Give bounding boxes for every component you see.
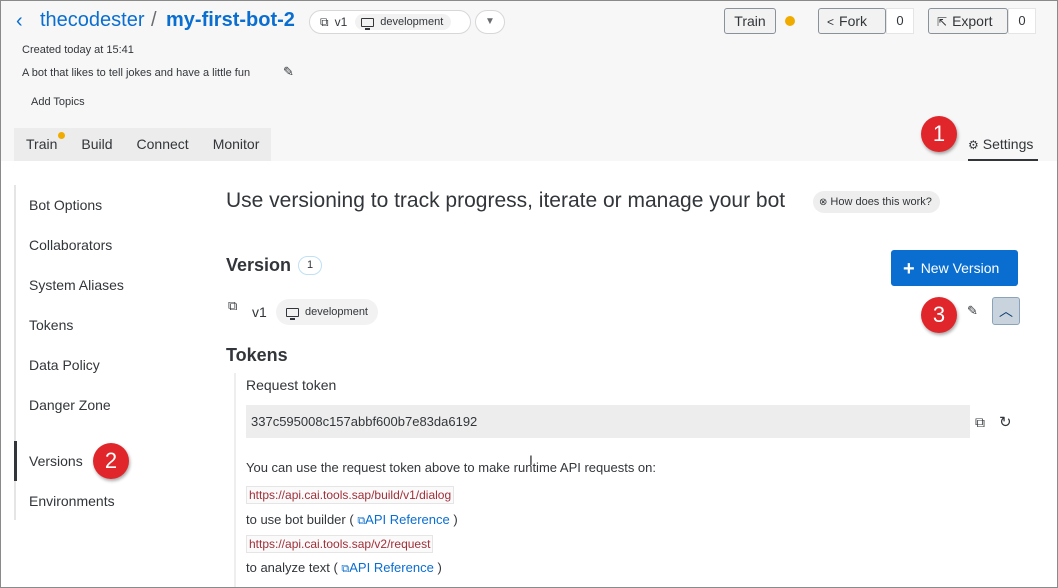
text-cursor-icon: I	[529, 452, 533, 468]
request-endpoint-url: https://api.cai.tools.sap/v2/request	[246, 535, 434, 553]
tab-connect[interactable]: Connect	[125, 128, 201, 161]
tab-monitor[interactable]: Monitor	[201, 128, 272, 161]
dialog-endpoint-url: https://api.cai.tools.sap/build/v1/dialo…	[246, 486, 455, 504]
export-button[interactable]: ⇱ Export	[928, 8, 1008, 34]
version-selector[interactable]: ⧉ v1 development	[309, 10, 471, 34]
analyze-usage-text: to analyze text ( ⧉API Reference )	[246, 560, 442, 576]
back-icon[interactable]: ‹	[16, 10, 23, 33]
how-it-works-button[interactable]: ⊗ How does this work?	[813, 191, 940, 213]
external-link-icon: ⧉	[357, 515, 366, 527]
tokens-section-title: Tokens	[226, 345, 288, 365]
header: ‹ thecodester / my-first-bot-2 ⧉ v1 deve…	[0, 0, 1058, 161]
request-token-label: Request token	[246, 377, 337, 393]
tab-build[interactable]: Build	[69, 128, 124, 161]
tokens-block-divider	[234, 373, 236, 588]
tab-label: Build	[81, 136, 113, 152]
sidebar-item-bot-options[interactable]: Bot Options	[29, 197, 102, 213]
environment-chip: development	[355, 14, 452, 30]
environment-label: development	[380, 16, 444, 28]
version-row-environment-chip: development	[276, 299, 378, 325]
bot-builder-usage-text: to use bot builder ( ⧉API Reference )	[246, 512, 458, 528]
created-timestamp: Created today at 15:41	[22, 44, 134, 56]
refresh-token-icon[interactable]: ↻	[999, 413, 1012, 431]
collapse-version-button[interactable]: ︿	[992, 297, 1020, 325]
info-icon: ⊗	[819, 197, 828, 208]
gear-icon: ⚙	[968, 138, 979, 152]
version-selector-label: v1	[334, 15, 348, 29]
plus-icon: +	[903, 258, 915, 280]
new-version-button[interactable]: + New Version	[891, 250, 1018, 286]
tab-label: Connect	[136, 136, 189, 152]
new-version-label: New Version	[920, 260, 1000, 276]
share-icon: <	[827, 15, 835, 29]
request-token-field[interactable]: 337c595008c157abbf600b7e83da6192	[246, 405, 970, 438]
monitor-icon	[286, 307, 299, 320]
chevron-up-icon: ︿	[999, 303, 1013, 319]
version-row-label: v1	[252, 304, 267, 320]
close-paren: )	[437, 560, 442, 575]
tab-label: Monitor	[212, 136, 260, 152]
annotation-marker-3: 3	[921, 297, 957, 333]
breadcrumb-owner-link[interactable]: thecodester	[40, 9, 145, 32]
version-row-environment-label: development	[305, 306, 368, 318]
breadcrumb-separator: /	[151, 9, 157, 31]
settings-label: Settings	[982, 136, 1034, 152]
sidebar-item-versions[interactable]: Versions	[29, 453, 83, 469]
edit-version-icon[interactable]: ✎	[967, 303, 978, 319]
fork-label: Fork	[839, 13, 868, 29]
sidebar-item-tokens[interactable]: Tokens	[29, 317, 73, 333]
tab-settings[interactable]: ⚙ Settings	[968, 131, 1038, 161]
version-count-badge: 1	[298, 256, 322, 275]
page-title: Use versioning to track progress, iterat…	[226, 189, 786, 212]
usage-text: to analyze text (	[246, 560, 338, 575]
sidebar-item-data-policy[interactable]: Data Policy	[29, 357, 100, 373]
version-section-title: Version	[226, 255, 292, 275]
api-reference-link[interactable]: API Reference	[349, 560, 434, 575]
fork-count: 0	[886, 8, 914, 34]
export-count: 0	[1008, 8, 1036, 34]
export-label: Export	[952, 13, 993, 29]
bot-description: A bot that likes to tell jokes and have …	[22, 67, 251, 79]
fork-button[interactable]: < Fork	[818, 8, 886, 34]
chevron-down-icon: ▼	[485, 16, 495, 27]
main-tabs: Train Build Connect Monitor	[14, 128, 272, 161]
version-copy-icon: ⧉	[320, 14, 329, 29]
annotation-marker-2: 2	[93, 443, 129, 479]
train-status-indicator	[785, 16, 795, 26]
tab-label: Train	[26, 136, 58, 152]
token-info-text: You can use the request token above to m…	[246, 460, 657, 475]
export-icon: ⇱	[937, 15, 948, 29]
add-topics-link[interactable]: Add Topics	[31, 96, 85, 108]
annotation-marker-1: 1	[921, 116, 957, 152]
version-dropdown-button[interactable]: ▼	[475, 10, 505, 34]
sidebar-item-system-aliases[interactable]: System Aliases	[29, 277, 124, 293]
tab-train[interactable]: Train	[14, 128, 69, 161]
copy-token-icon[interactable]: ⧉	[975, 414, 985, 431]
close-paren: )	[453, 512, 458, 527]
api-reference-link[interactable]: API Reference	[365, 512, 450, 527]
monitor-icon	[361, 17, 375, 30]
train-button[interactable]: Train	[724, 8, 776, 34]
sidebar-item-danger-zone[interactable]: Danger Zone	[29, 397, 111, 413]
train-tab-indicator	[58, 132, 66, 139]
how-it-works-label: How does this work?	[830, 196, 932, 208]
version-row-copy-icon: ⧉	[228, 298, 238, 313]
sidebar-active-indicator	[14, 441, 17, 481]
sidebar-item-environments[interactable]: Environments	[29, 493, 115, 509]
sidebar-item-collaborators[interactable]: Collaborators	[29, 237, 112, 253]
usage-text: to use bot builder (	[246, 512, 354, 527]
breadcrumb-bot-name[interactable]: my-first-bot-2	[166, 9, 295, 32]
edit-description-icon[interactable]: ✎	[283, 64, 294, 80]
